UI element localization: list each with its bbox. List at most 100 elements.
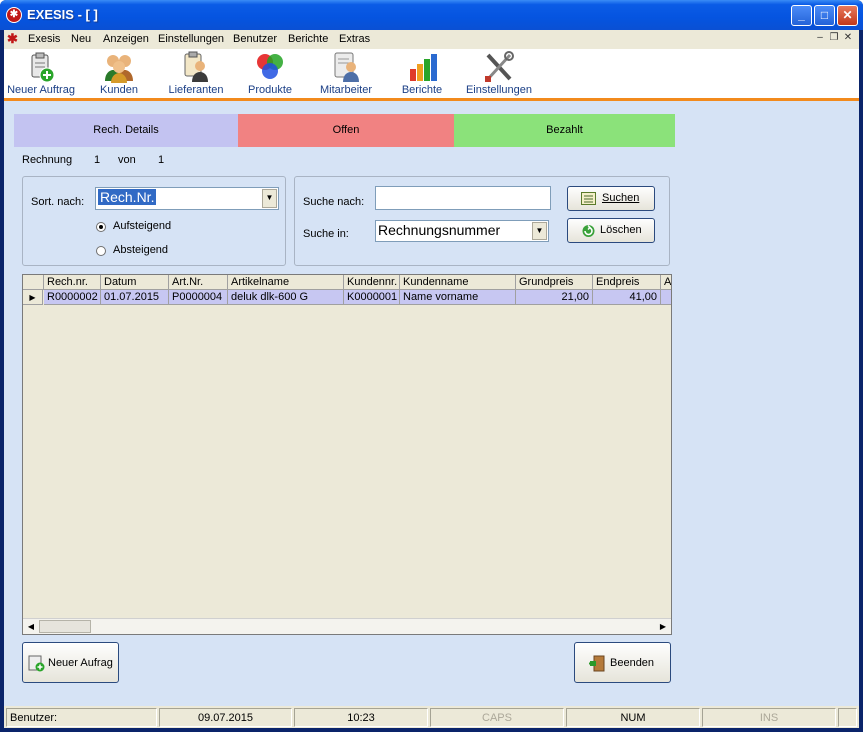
status-time: 10:23 — [294, 708, 428, 727]
exit-door-icon — [589, 655, 607, 675]
reports-icon — [405, 51, 439, 83]
column-header-datum[interactable]: Datum — [101, 275, 169, 290]
sort-label: Sort. nach: — [31, 196, 85, 208]
horizontal-scrollbar[interactable]: ◀ ▶ — [23, 618, 671, 634]
search-in-label: Suche in: — [303, 228, 349, 240]
cell-endpreis[interactable]: 41,00 — [593, 290, 661, 305]
new-order-icon — [24, 51, 58, 83]
menu-exesis[interactable]: Exesis — [28, 33, 60, 45]
search-input[interactable] — [375, 186, 551, 210]
tab-rech-details[interactable]: Rech. Details — [14, 114, 238, 147]
cell-artikelname[interactable]: deluk dlk-600 G — [228, 290, 344, 305]
toolbar-employees[interactable]: Mitarbeiter — [317, 51, 375, 96]
toolbar-new-order[interactable]: Neuer Auftrag — [6, 51, 76, 96]
menu-benutzer[interactable]: Benutzer — [233, 33, 277, 45]
column-header-artikelname[interactable]: Artikelname — [228, 275, 344, 290]
title-bar[interactable]: ✱ EXESIS - [ ] _ □ ✕ — [0, 0, 863, 30]
menu-neu[interactable]: Neu — [71, 33, 91, 45]
menu-einstellungen[interactable]: Einstellungen — [158, 33, 224, 45]
mdi-restore-button[interactable]: ❐ — [827, 32, 841, 43]
record-total: 1 — [158, 154, 165, 166]
column-header-a[interactable]: A — [661, 275, 671, 290]
customers-icon — [102, 51, 136, 83]
new-order-button[interactable]: Neuer Aufrag — [22, 642, 119, 683]
minimize-button[interactable]: _ — [791, 5, 812, 26]
status-caps: CAPS — [430, 708, 564, 727]
cell-rech-nr[interactable]: R0000002 — [44, 290, 101, 305]
mdi-window-controls: – ❐ ✕ — [813, 32, 855, 43]
new-order-icon — [28, 655, 45, 675]
tab-bezahlt[interactable]: Bezahlt — [454, 114, 675, 147]
search-in-select[interactable]: Rechnungsnummer ▼ — [375, 220, 549, 242]
invoice-table: Rech.nr. Datum Art.Nr. Artikelname Kunde… — [22, 274, 672, 635]
menu-anzeigen[interactable]: Anzeigen — [103, 33, 149, 45]
cell-a[interactable] — [661, 290, 671, 305]
status-num: NUM — [566, 708, 700, 727]
menu-bar: ✱ Exesis Neu Anzeigen Einstellungen Benu… — [4, 30, 859, 49]
sort-ascending-radio[interactable] — [96, 222, 106, 232]
sort-group: Sort. nach: Rech.Nr. ▼ Aufsteigend Abste… — [22, 176, 286, 266]
scroll-left-icon[interactable]: ◀ — [24, 620, 38, 633]
app-logo-icon[interactable]: ✱ — [6, 7, 22, 23]
resize-grip-icon[interactable] — [838, 708, 857, 727]
menu-berichte[interactable]: Berichte — [288, 33, 328, 45]
column-header-rech-nr[interactable]: Rech.nr. — [44, 275, 101, 290]
employees-icon — [329, 51, 363, 83]
tab-offen[interactable]: Offen — [238, 114, 454, 147]
sort-descending-label[interactable]: Absteigend — [113, 244, 168, 256]
chevron-down-icon[interactable]: ▼ — [532, 222, 547, 240]
column-header-kundenname[interactable]: Kundenname — [400, 275, 516, 290]
quit-button[interactable]: Beenden — [574, 642, 671, 683]
table-row[interactable]: R0000002 01.07.2015 P0000004 deluk dlk-6… — [23, 290, 671, 305]
mdi-close-button[interactable]: ✕ — [841, 32, 855, 43]
search-list-icon — [581, 192, 596, 208]
toolbar-reports[interactable]: Berichte — [397, 51, 447, 96]
main-toolbar: Neuer Auftrag Kunden Lieferanten Produkt… — [4, 49, 859, 101]
cell-grundpreis[interactable]: 21,00 — [516, 290, 593, 305]
cell-datum[interactable]: 01.07.2015 — [101, 290, 169, 305]
row-header-corner — [23, 275, 44, 290]
window-title: EXESIS - [ ] — [27, 7, 98, 22]
cell-kundenname[interactable]: Name vorname — [400, 290, 516, 305]
mdi-minimize-button[interactable]: – — [813, 32, 827, 43]
invoice-status-tabs: Rech. Details Offen Bezahlt — [14, 114, 675, 147]
search-button[interactable]: Suchen — [567, 186, 655, 211]
toolbar-settings[interactable]: Einstellungen — [464, 51, 534, 96]
toolbar-suppliers[interactable]: Lieferanten — [163, 51, 229, 96]
scroll-right-icon[interactable]: ▶ — [656, 620, 670, 633]
search-label: Suche nach: — [303, 196, 365, 208]
cell-kundennr[interactable]: K0000001 — [344, 290, 400, 305]
sort-ascending-label[interactable]: Aufsteigend — [113, 220, 171, 232]
settings-icon — [482, 51, 516, 83]
search-group: Suche nach: Suche in: Rechnungsnummer ▼ … — [294, 176, 670, 266]
toolbar-customers[interactable]: Kunden — [94, 51, 144, 96]
suppliers-icon — [179, 51, 213, 83]
app-window: ✱ EXESIS - [ ] _ □ ✕ ✱ Exesis Neu Anzeig… — [0, 0, 863, 732]
close-button[interactable]: ✕ — [837, 5, 858, 26]
table-header: Rech.nr. Datum Art.Nr. Artikelname Kunde… — [23, 275, 671, 290]
toolbar-products[interactable]: Produkte — [245, 51, 295, 96]
cell-art-nr[interactable]: P0000004 — [169, 290, 228, 305]
chevron-down-icon[interactable]: ▼ — [262, 189, 277, 208]
status-user: Benutzer: admin(Administrator) — [6, 708, 157, 732]
record-current: 1 — [94, 154, 101, 166]
status-ins: INS — [702, 708, 836, 727]
column-header-kundennr[interactable]: Kundennr. — [344, 275, 400, 290]
record-label: Rechnung — [22, 154, 73, 166]
mdi-app-icon[interactable]: ✱ — [7, 32, 21, 46]
column-header-art-nr[interactable]: Art.Nr. — [169, 275, 228, 290]
status-date: 09.07.2015 — [159, 708, 292, 727]
sort-field-select[interactable]: Rech.Nr. ▼ — [95, 187, 279, 210]
column-header-grundpreis[interactable]: Grundpreis — [516, 275, 593, 290]
refresh-icon — [581, 224, 596, 241]
status-bar: Benutzer: admin(Administrator) 09.07.201… — [4, 706, 859, 732]
menu-extras[interactable]: Extras — [339, 33, 370, 45]
products-icon — [253, 51, 287, 83]
record-of-label: von — [118, 154, 136, 166]
clear-button[interactable]: Löschen — [567, 218, 655, 243]
column-header-endpreis[interactable]: Endpreis — [593, 275, 661, 290]
scrollbar-thumb[interactable] — [39, 620, 91, 633]
client-area: ✱ Exesis Neu Anzeigen Einstellungen Benu… — [4, 30, 859, 732]
sort-descending-radio[interactable] — [96, 246, 106, 256]
maximize-button[interactable]: □ — [814, 5, 835, 26]
